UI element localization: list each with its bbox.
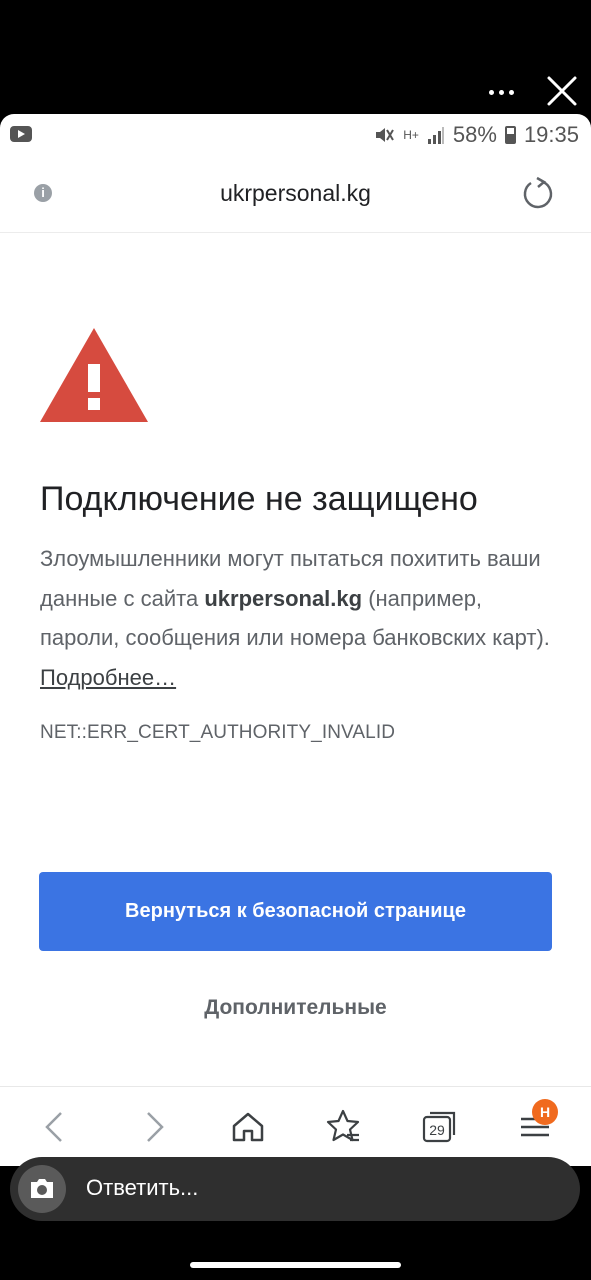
story-overlay-header [0,0,591,115]
battery-icon [504,126,516,144]
forward-arrow-icon[interactable] [133,1107,173,1147]
network-type: H+ [403,128,419,142]
youtube-icon [10,126,32,142]
camera-button[interactable] [18,1165,66,1213]
reply-input[interactable]: Ответить... [86,1175,198,1201]
desc-site: ukrpersonal.kg [204,585,363,611]
back-arrow-icon[interactable] [36,1107,76,1147]
reply-bar[interactable]: Ответить... [10,1157,580,1221]
page-title: Подключение не защищено [40,480,478,518]
warning-triangle-icon [40,328,148,422]
close-icon[interactable] [545,74,579,108]
browser-bottom-nav: 29 H [0,1086,591,1166]
tab-count: 29 [429,1122,445,1138]
status-bar: H+ 58% 19:35 [0,114,591,156]
url-text[interactable]: ukrpersonal.kg [0,180,591,207]
mute-icon [376,128,395,142]
signal-icon [427,127,444,144]
error-code: NET::ERR_CERT_AUTHORITY_INVALID [40,722,396,743]
tabs-icon[interactable]: 29 [420,1107,460,1147]
error-description: Злоумышленники могут пытаться похитить в… [40,539,560,697]
bookmark-star-icon[interactable] [323,1107,363,1147]
reload-icon[interactable] [521,176,555,210]
status-time: 19:35 [523,122,579,147]
camera-icon [31,1179,53,1198]
address-bar[interactable]: i ukrpersonal.kg [0,156,591,233]
learn-more-link[interactable]: Подробнее… [40,665,176,690]
advanced-button[interactable]: Дополнительные [0,996,591,1020]
phone-screenshot: H+ 58% 19:35 i ukrpersonal.kg Подключени… [0,114,591,1166]
back-to-safety-button[interactable]: Вернуться к безопасной странице [39,872,552,951]
home-indicator[interactable] [190,1262,401,1268]
notification-badge: H [532,1099,558,1125]
home-icon[interactable] [228,1107,268,1147]
status-icons: H+ 58% 19:35 [373,120,579,150]
battery-percent: 58% [452,122,497,147]
more-horizontal-icon[interactable] [486,80,516,104]
